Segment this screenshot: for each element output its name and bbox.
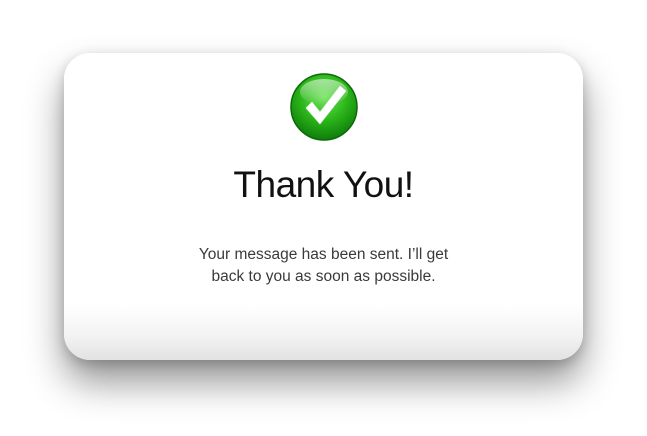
message-line-2: back to you as soon as possible. <box>211 268 436 285</box>
checkmark-success-icon <box>289 72 359 142</box>
dialog-title: Thank You! <box>233 164 414 205</box>
message-line-1: Your message has been sent. I’ll get <box>198 246 449 263</box>
confirmation-dialog: Thank You! Your message has been sent. I… <box>64 53 583 360</box>
dialog-message: Your message has been sent. I’ll get bac… <box>164 244 483 288</box>
